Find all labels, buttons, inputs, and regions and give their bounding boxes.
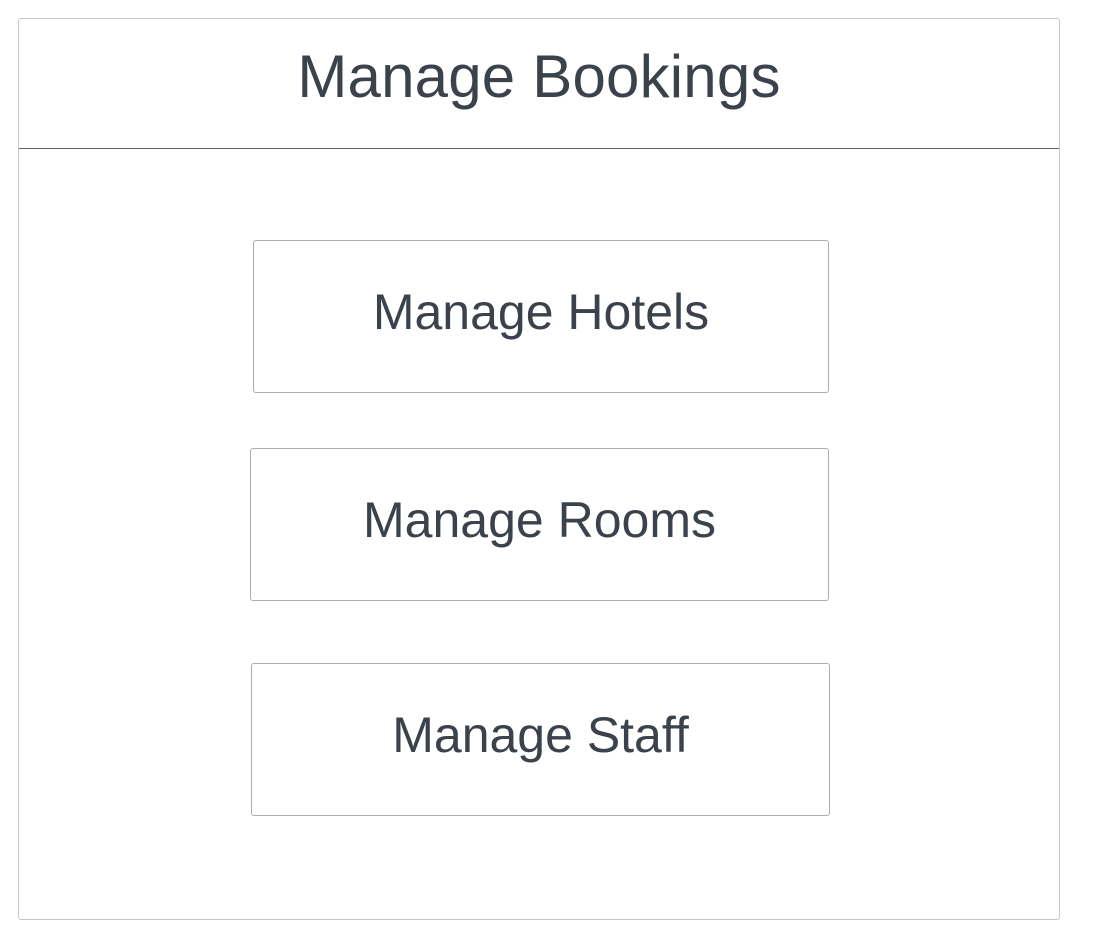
manage-staff-label: Manage Staff — [392, 706, 689, 763]
manage-hotels-button[interactable]: Manage Hotels — [253, 240, 829, 393]
manage-staff-button[interactable]: Manage Staff — [251, 663, 830, 816]
manage-hotels-label: Manage Hotels — [372, 283, 710, 340]
manage-rooms-button[interactable]: Manage Rooms — [250, 448, 829, 601]
panel-header: Manage Bookings — [19, 19, 1059, 149]
page-title: Manage Bookings — [297, 43, 781, 110]
manage-rooms-label: Manage Rooms — [363, 491, 716, 548]
manage-bookings-panel: Manage Bookings Manage Hotels Manage Roo… — [18, 18, 1060, 920]
